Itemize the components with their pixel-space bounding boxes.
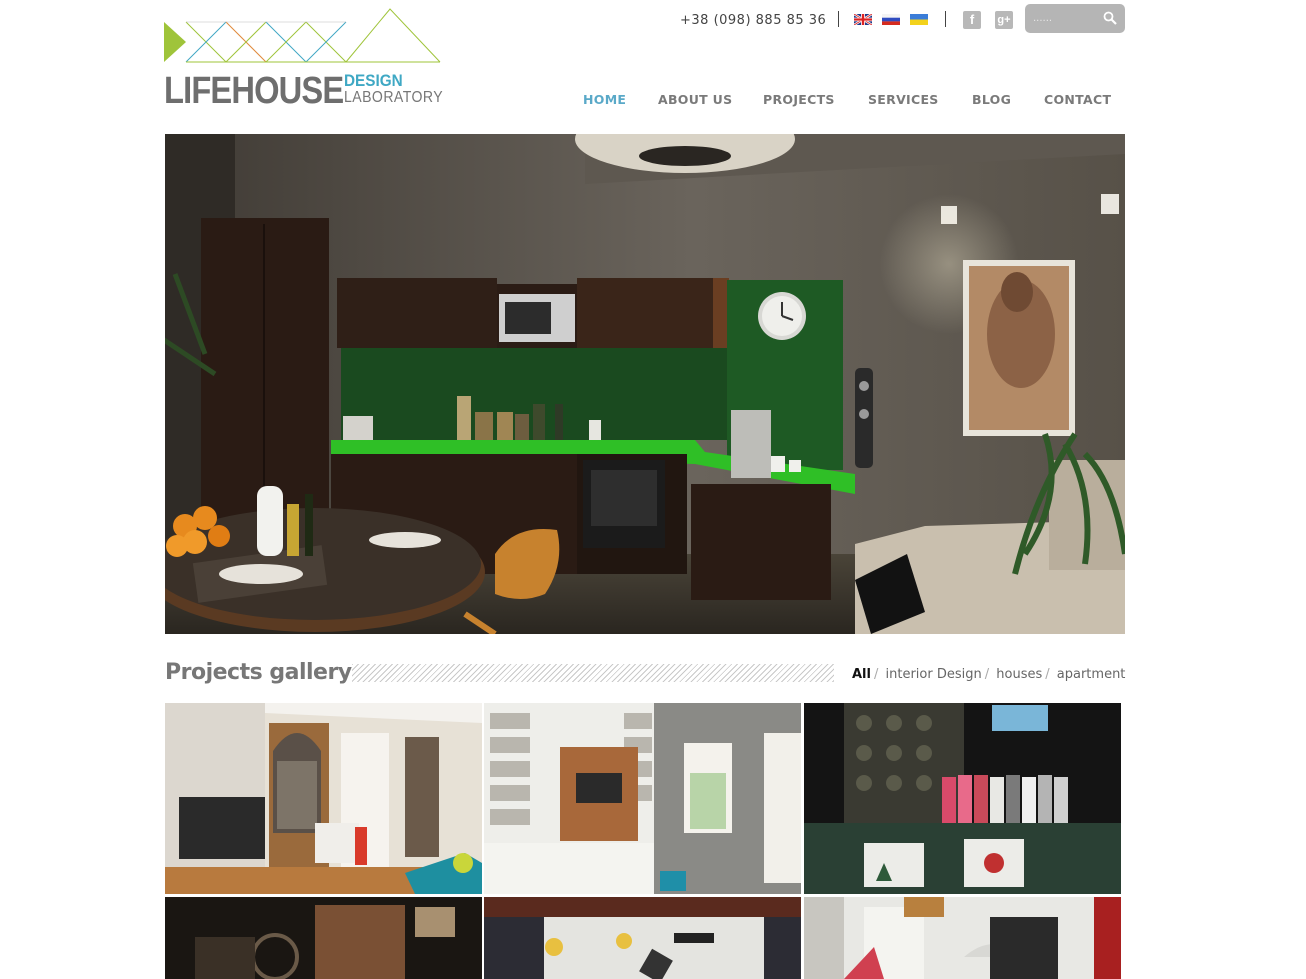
nav-home[interactable]: HOME	[583, 92, 626, 107]
logo-triangles-icon	[164, 8, 441, 63]
logo-tagline-design: DESIGN	[344, 71, 403, 90]
search-icon[interactable]	[1103, 11, 1117, 25]
gallery-title-hatch-divider	[352, 664, 834, 682]
search-box	[1025, 4, 1125, 33]
flag-uk-icon[interactable]	[854, 14, 872, 25]
filter-all[interactable]: All	[852, 667, 871, 682]
google-plus-icon[interactable]: g+	[995, 11, 1013, 29]
filter-separator: /	[984, 667, 990, 682]
gallery-tile-kitchen[interactable]	[804, 897, 1121, 979]
search-input[interactable]	[1033, 9, 1095, 27]
phone-number: +38 (098) 885 85 36	[680, 13, 827, 28]
gallery-filter-bar: All / interior Design / houses / apartment	[852, 667, 1125, 682]
site-header: LIFEHOUSE DESIGN LABORATORY +38 (098) 88…	[0, 0, 1306, 130]
filter-houses[interactable]: houses	[996, 667, 1042, 682]
nav-about-us[interactable]: ABOUT US	[658, 92, 732, 107]
nav-projects[interactable]: PROJECTS	[763, 92, 835, 107]
gallery-title: Projects gallery	[165, 660, 352, 685]
hero-kitchen-illustration	[165, 134, 1125, 634]
filter-separator: /	[873, 667, 879, 682]
logo-wordmark: LIFEHOUSE	[164, 70, 344, 112]
flag-russia-icon[interactable]	[882, 14, 900, 25]
nav-contact[interactable]: CONTACT	[1044, 92, 1111, 107]
divider	[838, 11, 839, 27]
filter-apartment[interactable]: apartment	[1057, 667, 1126, 682]
filter-separator: /	[1045, 667, 1050, 682]
nav-blog[interactable]: BLOG	[972, 92, 1011, 107]
flag-ukraine-icon[interactable]	[910, 14, 928, 25]
logo-tagline-laboratory: LABORATORY	[344, 89, 444, 106]
gallery-tile-dark-loft[interactable]	[165, 897, 482, 979]
gallery-tile-showroom[interactable]	[804, 703, 1121, 894]
gallery-tile-cafe[interactable]	[484, 897, 801, 979]
nav-services[interactable]: SERVICES	[868, 92, 939, 107]
gallery-tile-living-room[interactable]	[165, 703, 482, 894]
facebook-icon[interactable]: f	[963, 11, 981, 29]
hero-slider-image[interactable]	[165, 134, 1125, 634]
divider	[945, 11, 946, 27]
gallery-tile-bookshelf[interactable]	[484, 703, 801, 894]
site-logo[interactable]: LIFEHOUSE DESIGN LABORATORY	[164, 8, 444, 112]
filter-interior-design[interactable]: interior Design	[886, 667, 982, 682]
